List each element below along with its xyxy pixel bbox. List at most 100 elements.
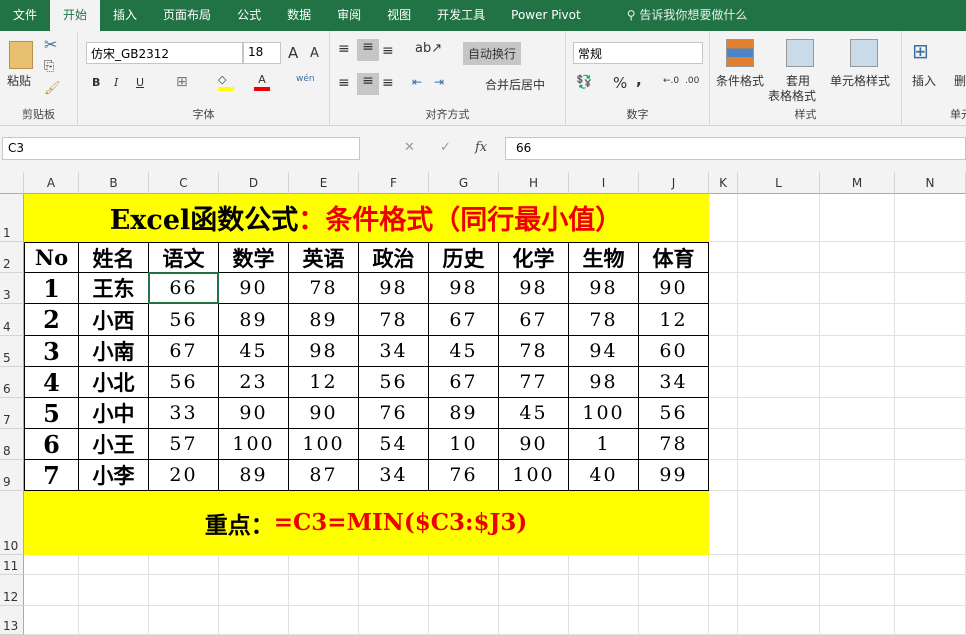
column-header-L[interactable]: L bbox=[738, 172, 820, 194]
italic-button[interactable]: I bbox=[114, 76, 118, 89]
cell[interactable] bbox=[895, 575, 966, 606]
cell[interactable] bbox=[820, 606, 895, 635]
cell[interactable] bbox=[289, 575, 359, 606]
font-name-select[interactable]: 仿宋_GB2312 bbox=[86, 42, 243, 64]
font-size-select[interactable]: 18 bbox=[243, 42, 281, 64]
align-right-icon[interactable]: ≡ bbox=[382, 75, 394, 91]
cell[interactable] bbox=[895, 367, 966, 398]
align-bottom-icon[interactable]: ≡ bbox=[382, 43, 394, 59]
cell[interactable] bbox=[709, 555, 738, 575]
row-number[interactable]: 6 bbox=[24, 429, 79, 460]
cell[interactable] bbox=[499, 555, 569, 575]
font-color-icon[interactable]: A bbox=[254, 73, 270, 91]
column-header-C[interactable]: C bbox=[149, 172, 219, 194]
row-header-10[interactable]: 10 bbox=[0, 491, 24, 555]
increase-indent-icon[interactable]: ⇥ bbox=[434, 75, 444, 89]
cell[interactable] bbox=[79, 555, 149, 575]
row-number[interactable]: 1 bbox=[24, 273, 79, 304]
score-cell[interactable]: 23 bbox=[219, 367, 289, 398]
decrease-indent-icon[interactable]: ⇤ bbox=[412, 75, 422, 89]
row-number[interactable]: 7 bbox=[24, 460, 79, 491]
accounting-icon[interactable]: 💱 bbox=[576, 75, 592, 90]
cell[interactable] bbox=[639, 606, 709, 635]
student-name[interactable]: 小南 bbox=[79, 336, 149, 367]
cell[interactable] bbox=[24, 606, 79, 635]
cell[interactable] bbox=[709, 575, 738, 606]
cell[interactable] bbox=[820, 555, 895, 575]
row-header-8[interactable]: 8 bbox=[0, 429, 24, 460]
row-header-7[interactable]: 7 bbox=[0, 398, 24, 429]
cell[interactable] bbox=[895, 429, 966, 460]
score-cell[interactable]: 98 bbox=[429, 273, 499, 304]
row-header-4[interactable]: 4 bbox=[0, 304, 24, 336]
merge-center-button[interactable]: 合并后居中 bbox=[485, 76, 545, 93]
cell[interactable] bbox=[499, 575, 569, 606]
cell[interactable] bbox=[219, 606, 289, 635]
decrease-decimal-icon[interactable]: .00 bbox=[685, 76, 699, 86]
score-cell[interactable]: 99 bbox=[639, 460, 709, 491]
cell[interactable] bbox=[738, 606, 820, 635]
row-number[interactable]: 2 bbox=[24, 304, 79, 336]
number-format-select[interactable]: 常规 bbox=[573, 42, 703, 64]
score-cell[interactable]: 94 bbox=[569, 336, 639, 367]
score-cell[interactable]: 87 bbox=[289, 460, 359, 491]
score-cell[interactable]: 98 bbox=[569, 273, 639, 304]
score-cell[interactable]: 90 bbox=[219, 273, 289, 304]
conditional-formatting-button[interactable]: 条件格式 bbox=[716, 72, 764, 89]
delete-cells-button[interactable]: 删 bbox=[954, 72, 966, 89]
insert-cells-icon[interactable]: ⊞ bbox=[912, 39, 929, 63]
format-as-table-label[interactable]: 表格格式 bbox=[768, 87, 816, 104]
cell[interactable] bbox=[359, 575, 429, 606]
column-header-D[interactable]: D bbox=[219, 172, 289, 194]
cancel-icon[interactable]: ✕ bbox=[404, 140, 415, 155]
cell[interactable] bbox=[709, 606, 738, 635]
row-header-6[interactable]: 6 bbox=[0, 367, 24, 398]
column-header-G[interactable]: G bbox=[429, 172, 499, 194]
score-cell[interactable]: 78 bbox=[289, 273, 359, 304]
student-name[interactable]: 小王 bbox=[79, 429, 149, 460]
cell[interactable] bbox=[895, 491, 966, 555]
cell[interactable] bbox=[738, 491, 820, 555]
score-cell[interactable]: 12 bbox=[639, 304, 709, 336]
score-cell[interactable]: 56 bbox=[149, 304, 219, 336]
score-cell[interactable]: 60 bbox=[639, 336, 709, 367]
score-cell[interactable]: 34 bbox=[639, 367, 709, 398]
cell[interactable] bbox=[820, 575, 895, 606]
shrink-font-icon[interactable]: A bbox=[310, 46, 319, 61]
row-header-12[interactable]: 12 bbox=[0, 575, 24, 606]
score-cell[interactable]: 90 bbox=[289, 398, 359, 429]
tab-8[interactable]: 开发工具 bbox=[424, 0, 498, 31]
cell[interactable] bbox=[569, 575, 639, 606]
score-cell[interactable]: 67 bbox=[149, 336, 219, 367]
score-cell[interactable]: 54 bbox=[359, 429, 429, 460]
underline-button[interactable]: U bbox=[136, 76, 144, 89]
student-name[interactable]: 小李 bbox=[79, 460, 149, 491]
score-cell[interactable]: 34 bbox=[359, 336, 429, 367]
paste-icon[interactable] bbox=[9, 41, 33, 69]
row-number[interactable]: 4 bbox=[24, 367, 79, 398]
cell[interactable] bbox=[24, 575, 79, 606]
tab-0[interactable]: 文件 bbox=[0, 0, 50, 31]
student-name[interactable]: 小西 bbox=[79, 304, 149, 336]
score-cell[interactable]: 98 bbox=[289, 336, 359, 367]
cell[interactable] bbox=[738, 429, 820, 460]
cell-styles-button[interactable]: 单元格样式 bbox=[830, 72, 890, 89]
score-cell[interactable]: 12 bbox=[289, 367, 359, 398]
score-cell[interactable]: 10 bbox=[429, 429, 499, 460]
score-cell[interactable]: 76 bbox=[429, 460, 499, 491]
tab-9[interactable]: Power Pivot bbox=[498, 0, 594, 31]
column-label[interactable]: 姓名 bbox=[79, 242, 149, 273]
score-cell[interactable]: 56 bbox=[639, 398, 709, 429]
column-header-E[interactable]: E bbox=[289, 172, 359, 194]
cell[interactable] bbox=[738, 555, 820, 575]
cell[interactable] bbox=[289, 606, 359, 635]
score-cell[interactable]: 45 bbox=[429, 336, 499, 367]
score-cell[interactable]: 40 bbox=[569, 460, 639, 491]
row-header-9[interactable]: 9 bbox=[0, 460, 24, 491]
score-cell[interactable]: 76 bbox=[359, 398, 429, 429]
score-cell[interactable]: 45 bbox=[219, 336, 289, 367]
cell[interactable] bbox=[569, 606, 639, 635]
cell[interactable] bbox=[738, 194, 820, 242]
cell[interactable] bbox=[820, 491, 895, 555]
cell[interactable] bbox=[359, 555, 429, 575]
